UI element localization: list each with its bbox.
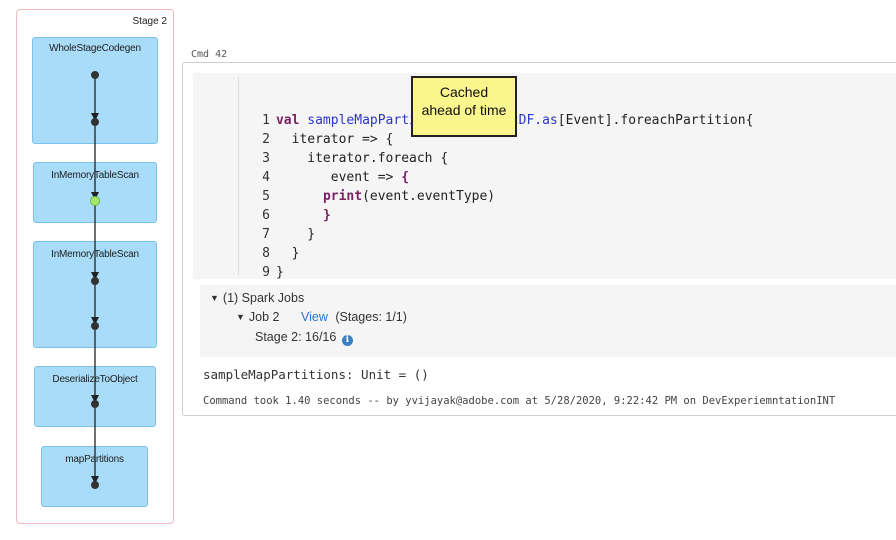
job-toggle[interactable]: ▼ Job 2 (236, 310, 280, 324)
code-text: [Event].foreachPartition{ (557, 113, 754, 128)
cached-callout: Cached ahead of time (411, 76, 517, 137)
job-row: ▼ Job 2 View (Stages: 1/1) (236, 310, 407, 324)
job-label: Job 2 (248, 310, 280, 324)
dag-node (91, 322, 99, 330)
info-icon[interactable]: i (341, 335, 353, 346)
caret-down-icon: ▼ (210, 293, 219, 303)
command-footer: Command took 1.40 seconds -- by yvijayak… (203, 395, 836, 407)
code-line: 5 print(event.eventType) (193, 168, 495, 204)
code-editor[interactable]: 1val sampleMapPartitions = eventDF.as[Ev… (193, 73, 896, 299)
stage-row: Stage 2: 16/16 i (255, 330, 353, 346)
code-line: 6 } (193, 187, 331, 223)
dag-node (91, 400, 99, 408)
stages-summary: (Stages: 1/1) (335, 310, 407, 324)
callout-line: ahead of time (421, 102, 507, 118)
code-line: 9} (193, 244, 284, 280)
code-line: 2 iterator => { (193, 111, 393, 147)
dag-node-cached (90, 196, 100, 206)
dag-node (91, 481, 99, 489)
code-line: 10sampleMapPartitions (193, 263, 424, 299)
code-line: 3 iterator.foreach { (193, 130, 448, 166)
code-brace: } (322, 208, 331, 223)
view-job-link[interactable]: View (301, 310, 328, 324)
dag-node (91, 118, 99, 126)
spark-jobs-panel: ▼ (1) Spark Jobs ▼ Job 2 View (Stages: 1/1… (200, 285, 896, 357)
callout-line: Cached (439, 84, 489, 100)
code-line: 4 event => { (193, 149, 409, 185)
code-text: (event.eventType) (362, 189, 496, 204)
code-line: 7 } (193, 206, 315, 242)
dag-node (91, 71, 99, 79)
cell-result: sampleMapPartitions: Unit = () (203, 367, 429, 382)
code-line: 8 } (193, 225, 299, 261)
cmd-label: Cmd 42 (191, 49, 228, 60)
notebook-cell[interactable]: 1val sampleMapPartitions = eventDF.as[Ev… (182, 62, 896, 416)
stage-progress: Stage 2: 16/16 (255, 330, 337, 344)
dag-edges (90, 71, 100, 489)
spark-jobs-toggle[interactable]: ▼ (1) Spark Jobs (210, 291, 304, 305)
dag-node (91, 277, 99, 285)
spark-jobs-header: (1) Spark Jobs (222, 291, 305, 305)
caret-down-icon: ▼ (236, 312, 245, 322)
